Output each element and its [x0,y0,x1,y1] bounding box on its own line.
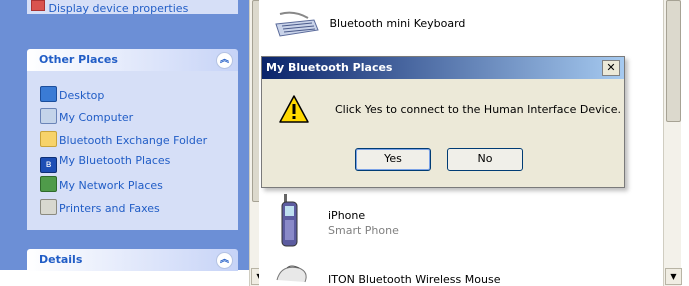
computer-icon [40,108,57,124]
place-label: My Bluetooth Places [59,154,171,167]
dialog-title: My Bluetooth Places [266,61,393,74]
place-label: Printers and Faxes [59,202,160,215]
device-name: iPhone [328,209,366,222]
place-my-network-places[interactable]: My Network Places [40,176,163,192]
place-my-bluetooth-places[interactable]: ʙ My Bluetooth Places [40,153,171,173]
device-name: ITON Bluetooth Wireless Mouse [328,273,501,286]
place-bluetooth-exchange-folder[interactable]: Bluetooth Exchange Folder [40,131,207,147]
desktop-icon [40,86,57,102]
device-list-scrollbar[interactable]: ▼ [663,0,682,286]
collapse-icon[interactable]: ︽ [216,252,233,269]
other-places-title: Other Places [39,53,118,66]
scrollbar-thumb[interactable] [666,0,681,122]
place-label: My Network Places [59,179,163,192]
device-name: Bluetooth mini Keyboard [329,17,466,30]
place-label: Bluetooth Exchange Folder [59,134,208,147]
bluetooth-places-dialog: My Bluetooth Places ✕ Click Yes to conne… [261,56,625,188]
other-places-panel: Desktop My Computer Bluetooth Exchange F… [27,71,238,230]
place-my-computer[interactable]: My Computer [40,108,133,124]
bluetooth-icon: ʙ [40,157,57,173]
printer-icon [40,199,57,215]
phone-icon [281,194,298,247]
keyboard-icon [275,11,319,37]
place-label: My Computer [59,111,134,124]
device-type: Smart Phone [328,224,399,237]
display-properties-icon [31,0,45,11]
details-header[interactable]: Details ︽ [27,249,238,271]
task-link-label: Display device properties [48,2,189,15]
collapse-icon[interactable]: ︽ [216,52,233,69]
folder-icon [40,131,57,147]
close-icon[interactable]: ✕ [602,60,620,76]
scroll-down-arrow-icon[interactable]: ▼ [665,268,682,285]
network-icon [40,176,57,192]
yes-button[interactable]: Yes [355,148,431,171]
other-places-header[interactable]: Other Places ︽ [27,49,238,71]
place-printers-and-faxes[interactable]: Printers and Faxes [40,199,160,215]
details-title: Details [39,253,83,266]
device-item-keyboard[interactable]: Bluetooth mini Keyboard [274,10,465,38]
place-desktop[interactable]: Desktop [40,86,104,102]
place-label: Desktop [59,89,105,102]
warning-icon [279,95,309,123]
dialog-message: Click Yes to connect to the Human Interf… [335,103,621,116]
no-button[interactable]: No [447,148,523,171]
task-pane: Display device properties Other Places ︽… [0,0,259,271]
task-link-display-device-properties[interactable]: Display device properties [27,0,238,15]
mouse-icon [276,265,307,283]
dialog-title-bar[interactable]: My Bluetooth Places ✕ [262,57,624,79]
